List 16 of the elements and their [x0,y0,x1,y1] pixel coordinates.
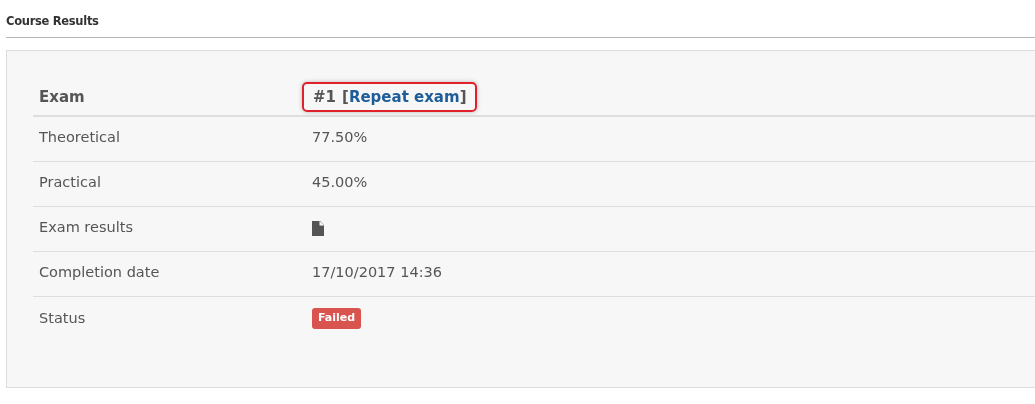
row-label: Exam results [38,218,134,238]
document-icon[interactable] [312,220,324,236]
section-title: Course Results [6,14,99,28]
row-label: Completion date [38,263,161,283]
row-value: 17/10/2017 14:36 [312,263,442,283]
exam-number: #1 [313,86,336,108]
repeat-exam-link[interactable]: Repeat exam [348,85,460,109]
row-label: Theoretical [38,128,121,148]
row-value: 77.50% [312,128,368,148]
row-label: Practical [38,173,102,193]
column-header: Exam [38,86,86,108]
status-badge: Failed [312,308,362,329]
row-label: Status [38,308,87,328]
bracket: [ [342,86,349,108]
bracket: ] [459,86,467,108]
row-value: 45.00% [312,173,368,193]
